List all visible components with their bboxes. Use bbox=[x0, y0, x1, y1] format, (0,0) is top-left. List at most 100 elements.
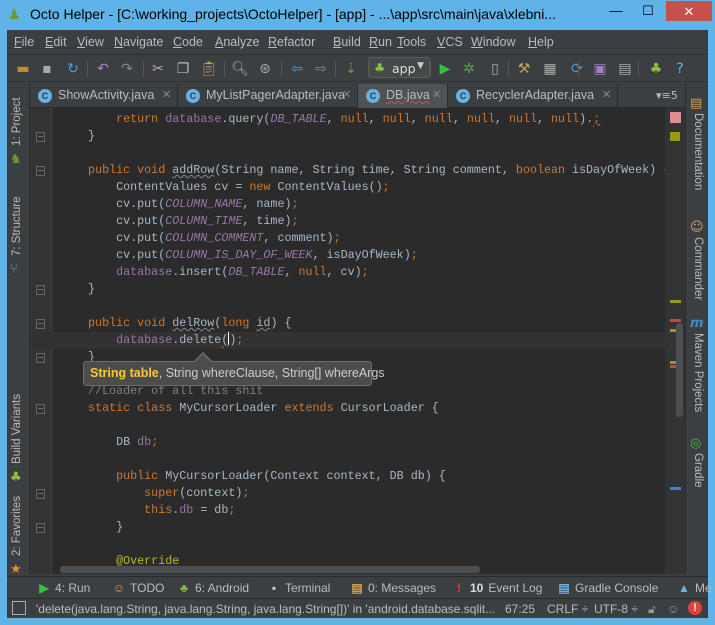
close-button[interactable]: ✕ bbox=[666, 1, 712, 21]
lock-icon[interactable]: 🔓︎ bbox=[648, 602, 656, 617]
panel-commander[interactable]: Commander bbox=[692, 237, 704, 300]
find-icon[interactable]: 🔍︎ bbox=[231, 60, 249, 78]
warning-marker[interactable] bbox=[670, 300, 681, 303]
project-structure-icon[interactable]: ⚒ bbox=[515, 60, 533, 78]
menu-analyze[interactable]: Analyze bbox=[215, 35, 259, 49]
fold-icon[interactable]: − bbox=[36, 353, 45, 363]
encoding[interactable]: UTF-8 ÷ bbox=[594, 602, 638, 616]
tool-window--messages[interactable]: ▤ 0: Messages bbox=[350, 581, 436, 595]
tool-window-bar: ▶ 4: Run ☺ TODO ♣ 6: Android ▪ Terminal ▤ 0: Mess… bbox=[7, 576, 712, 598]
tool-window--run[interactable]: ▶ 4: Run bbox=[37, 581, 90, 595]
panel-documentation[interactable]: Documentation bbox=[692, 113, 704, 190]
fold-icon[interactable]: − bbox=[36, 285, 45, 295]
tabs-overflow-button[interactable]: ▾≡5 bbox=[656, 89, 678, 102]
maximize-button[interactable]: ☐ bbox=[632, 0, 664, 22]
info-marker[interactable] bbox=[670, 487, 681, 490]
close-tab-icon[interactable]: ✕ bbox=[432, 88, 441, 101]
menu-build[interactable]: Build bbox=[333, 35, 361, 49]
terminal-icon: ▪ bbox=[271, 581, 277, 595]
close-tab-icon[interactable]: ✕ bbox=[162, 88, 171, 101]
panel--project[interactable]: 1: Project bbox=[11, 97, 23, 146]
fold-icon[interactable]: − bbox=[36, 319, 45, 329]
error-marker[interactable] bbox=[670, 319, 681, 322]
vertical-scrollbar[interactable] bbox=[676, 323, 683, 417]
attach-debugger-icon[interactable]: ▯ bbox=[486, 60, 504, 78]
caret-position[interactable]: 67:25 bbox=[505, 602, 535, 616]
code-token: ; bbox=[228, 503, 236, 517]
tool-window-me[interactable]: ▲ Me bbox=[677, 581, 712, 595]
back-icon[interactable]: ⇦ bbox=[288, 60, 306, 78]
menu-navigate[interactable]: Navigate bbox=[114, 35, 163, 49]
code-lines[interactable]: return database.query(DB_TABLE, null, nu… bbox=[30, 111, 665, 570]
menu-refactor[interactable]: Refactor bbox=[268, 35, 315, 49]
code-token: cv.put( bbox=[60, 248, 166, 262]
sync-gradle-icon[interactable]: ▣ bbox=[591, 60, 609, 78]
open-folder-icon[interactable]: ▬ bbox=[14, 60, 32, 78]
avd-manager-icon[interactable]: ⟳ bbox=[568, 60, 586, 78]
close-tab-icon[interactable]: ✕ bbox=[602, 88, 611, 101]
tool-window--android[interactable]: ♣ 6: Android bbox=[177, 581, 249, 595]
menu-vcs[interactable]: VCS bbox=[437, 35, 463, 49]
copy-icon[interactable]: ❐ bbox=[174, 60, 192, 78]
line-separator[interactable]: CRLF ÷ bbox=[547, 602, 588, 616]
horizontal-scrollbar[interactable] bbox=[60, 566, 480, 573]
menu-help[interactable]: Help bbox=[528, 35, 554, 49]
run-icon[interactable]: ▶ bbox=[436, 60, 454, 78]
undo-icon[interactable]: ↶ bbox=[94, 60, 112, 78]
close-tab-icon[interactable]: ✕ bbox=[342, 88, 351, 101]
tool-window-gradle-console[interactable]: ▤ Gradle Console bbox=[557, 581, 658, 595]
warning-marker[interactable] bbox=[670, 132, 680, 141]
device-monitor-icon[interactable]: ▤ bbox=[616, 60, 634, 78]
minimize-button[interactable]: — bbox=[600, 0, 632, 22]
fold-icon[interactable]: − bbox=[36, 166, 45, 176]
panel-build-variants[interactable]: Build Variants bbox=[11, 394, 23, 464]
code-token: (context) bbox=[179, 486, 243, 500]
fold-icon[interactable]: − bbox=[36, 523, 45, 533]
code-line: cv.put(COLUMN_COMMENT, comment); bbox=[60, 230, 665, 247]
help-icon[interactable]: ? bbox=[671, 60, 689, 78]
menu-file[interactable]: File bbox=[14, 35, 34, 49]
toggle-tool-windows-icon[interactable] bbox=[12, 601, 26, 615]
code-token: , bbox=[284, 265, 299, 279]
panel-gradle[interactable]: Gradle bbox=[692, 453, 704, 488]
fold-icon[interactable]: − bbox=[36, 132, 45, 142]
code-line: database.delete(); bbox=[30, 332, 665, 349]
debug-icon[interactable]: ✲ bbox=[460, 60, 478, 78]
menu-code[interactable]: Code bbox=[173, 35, 203, 49]
code-line: cv.put(COLUMN_NAME, name); bbox=[60, 196, 665, 213]
redo-icon[interactable]: ↷ bbox=[118, 60, 136, 78]
panel-maven-projects[interactable]: Maven Projects bbox=[692, 333, 704, 412]
code-token: delRow bbox=[172, 316, 215, 330]
tool-window-terminal[interactable]: ▪ Terminal bbox=[267, 581, 331, 595]
cut-icon[interactable]: ✂ bbox=[149, 60, 167, 78]
fold-icon[interactable]: − bbox=[36, 404, 45, 414]
save-icon[interactable]: ▪ bbox=[38, 60, 56, 78]
replace-icon[interactable]: ⊛ bbox=[256, 60, 274, 78]
sync-icon[interactable]: ↻ bbox=[64, 60, 82, 78]
panel--structure[interactable]: 7: Structure bbox=[11, 197, 23, 256]
tab-mylistpageradapter-java[interactable]: C MyListPagerAdapter.java ✕ bbox=[178, 84, 358, 108]
forward-icon[interactable]: ⇨ bbox=[312, 60, 330, 78]
menu-tools[interactable]: Tools bbox=[397, 35, 426, 49]
toolbar-separator bbox=[335, 61, 336, 77]
menu-view[interactable]: View bbox=[77, 35, 104, 49]
fold-icon[interactable]: − bbox=[36, 489, 45, 499]
menu-window[interactable]: Window bbox=[471, 35, 515, 49]
make-icon[interactable]: ⇣ bbox=[342, 60, 360, 78]
tab-showactivity-java[interactable]: C ShowActivity.java ✕ bbox=[30, 84, 178, 108]
code-editor[interactable]: − − − − − − − − return database.query(DB_TABLE,… bbox=[30, 108, 665, 574]
menu-edit[interactable]: Edit bbox=[45, 35, 67, 49]
tool-window-event-log[interactable]: ! 10 Event Log bbox=[452, 581, 542, 595]
tab-recycleradapter-java[interactable]: C RecyclerAdapter.java ✕ bbox=[448, 84, 618, 108]
messages-icon: ▤ bbox=[351, 581, 363, 595]
menu-run[interactable]: Run bbox=[369, 35, 392, 49]
android-sdk-icon[interactable]: ♣ bbox=[647, 60, 665, 78]
sdk-manager-icon[interactable]: ▦ bbox=[541, 60, 559, 78]
panel--favorites[interactable]: 2: Favorites bbox=[11, 496, 23, 556]
paste-icon[interactable]: 📋︎ bbox=[200, 60, 218, 78]
inspector-icon[interactable]: ☺ bbox=[667, 602, 679, 616]
tool-window-todo[interactable]: ☺ TODO bbox=[112, 581, 165, 595]
error-notification-icon[interactable]: ! bbox=[688, 601, 702, 615]
run-configuration-select[interactable]: ♣ app ▼ bbox=[368, 57, 430, 78]
tab-db-java[interactable]: C DB.java ✕ bbox=[358, 84, 448, 108]
